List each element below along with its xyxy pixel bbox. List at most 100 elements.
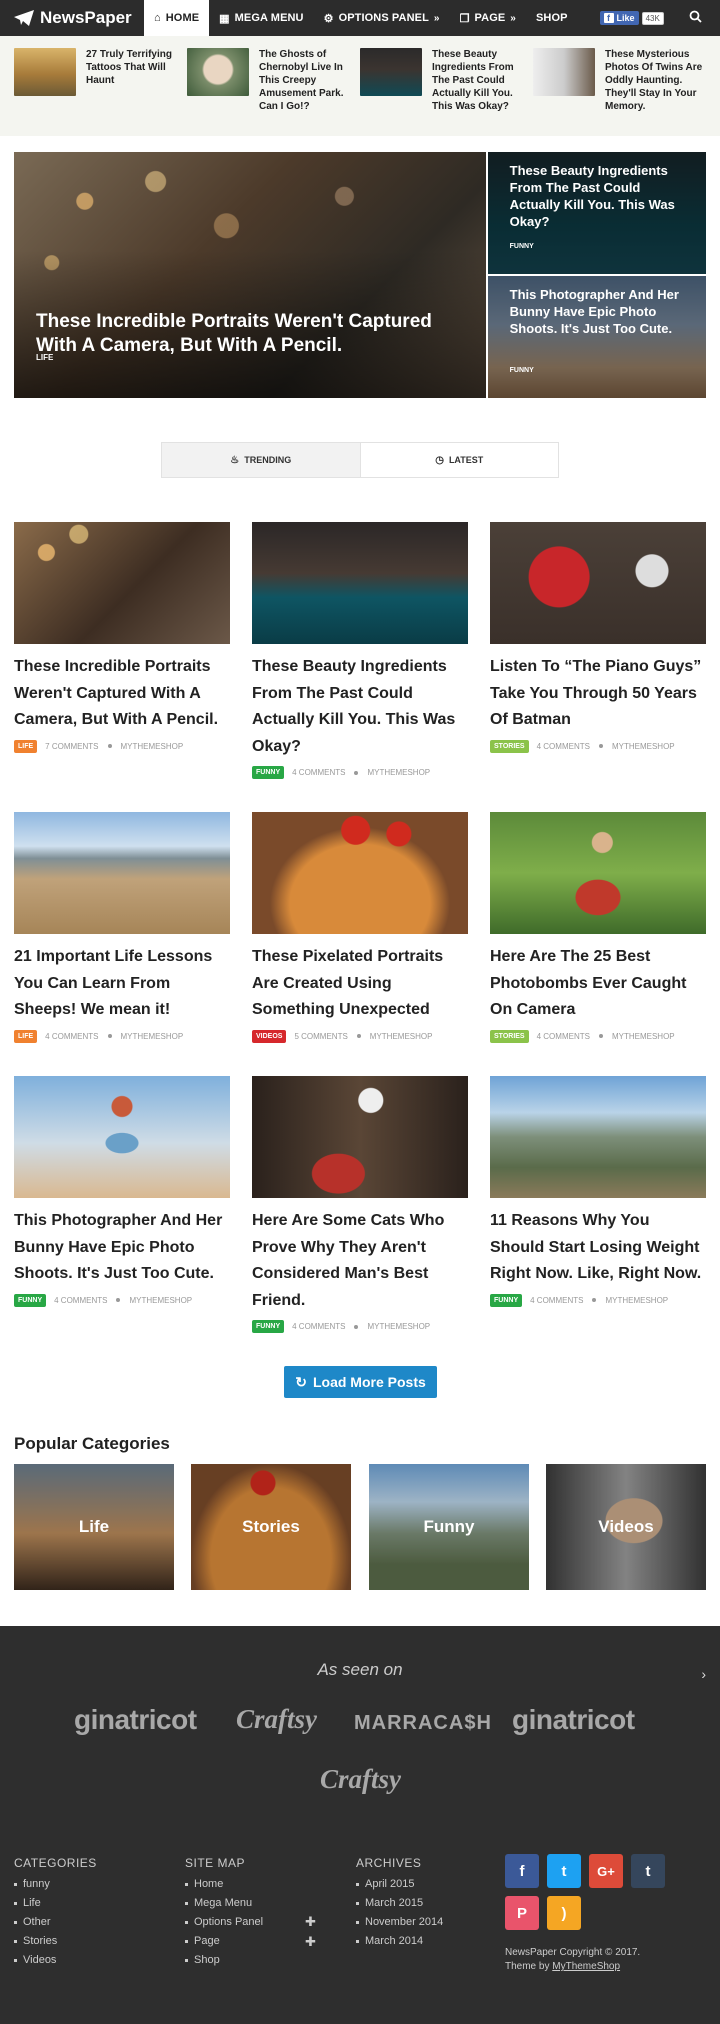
- comment-count[interactable]: 4 COMMENTS: [292, 768, 345, 777]
- post-thumbnail[interactable]: [490, 812, 706, 934]
- category-badge[interactable]: LIFE: [14, 1029, 38, 1043]
- category-badge[interactable]: VIDEOS: [252, 1029, 287, 1043]
- brand-logo[interactable]: MARRACA$H: [354, 1712, 492, 1735]
- load-more-button[interactable]: ↻ Load More Posts: [284, 1366, 437, 1398]
- footer-link[interactable]: April 2015: [356, 1878, 443, 1890]
- footer-link[interactable]: Videos: [14, 1954, 97, 1966]
- search-button[interactable]: [689, 10, 702, 28]
- comment-count[interactable]: 5 COMMENTS: [294, 1032, 347, 1041]
- expand-plus-icon[interactable]: ✚: [305, 1934, 316, 1950]
- footer-link[interactable]: Options Panel: [185, 1916, 315, 1928]
- strip-item[interactable]: These Beauty Ingredients From The Past C…: [360, 48, 533, 136]
- post-title[interactable]: 21 Important Life Lessons You Can Learn …: [14, 944, 230, 1024]
- category-badge[interactable]: FUNNY: [252, 766, 285, 779]
- footer-link[interactable]: Page: [185, 1935, 315, 1947]
- tumblr-icon[interactable]: t: [631, 1854, 665, 1888]
- tab-trending[interactable]: ♨ TRENDING: [162, 443, 361, 477]
- strip-item[interactable]: The Ghosts of Chernobyl Live In This Cre…: [187, 48, 360, 136]
- footer-link[interactable]: Other: [14, 1916, 97, 1928]
- footer-link[interactable]: Stories: [14, 1935, 97, 1947]
- theme-credit-link[interactable]: MyThemeShop: [552, 1961, 620, 1972]
- strip-title[interactable]: These Mysterious Photos Of Twins Are Odd…: [605, 48, 706, 136]
- post-title[interactable]: Here Are The 25 Best Photobombs Ever Cau…: [490, 944, 706, 1024]
- strip-thumbnail[interactable]: [533, 48, 595, 96]
- nav-mega-menu[interactable]: ▦ MEGA MENU: [209, 0, 313, 36]
- footer-link[interactable]: March 2015: [356, 1897, 443, 1909]
- category-badge[interactable]: STORIES: [490, 1029, 529, 1043]
- strip-item[interactable]: These Mysterious Photos Of Twins Are Odd…: [533, 48, 706, 136]
- comment-count[interactable]: 4 COMMENTS: [45, 1032, 98, 1041]
- post-thumbnail[interactable]: [490, 1076, 706, 1198]
- rss-icon[interactable]: ): [547, 1896, 581, 1930]
- facebook-icon[interactable]: f: [505, 1854, 539, 1888]
- category-badge[interactable]: FUNNY: [14, 1293, 47, 1307]
- strip-thumbnail[interactable]: [187, 48, 249, 96]
- footer-link[interactable]: March 2014: [356, 1935, 443, 1947]
- strip-title[interactable]: These Beauty Ingredients From The Past C…: [432, 48, 533, 136]
- google-plus-icon[interactable]: G+: [589, 1854, 623, 1888]
- nav-shop[interactable]: SHOP: [526, 0, 578, 36]
- post-author[interactable]: MYTHEMESHOP: [367, 768, 430, 777]
- brand-logo[interactable]: ginatricot: [512, 1704, 635, 1736]
- hero-main-title[interactable]: These Incredible Portraits Weren't Captu…: [36, 310, 456, 358]
- comment-count[interactable]: 4 COMMENTS: [537, 742, 590, 751]
- strip-title[interactable]: The Ghosts of Chernobyl Live In This Cre…: [259, 48, 360, 136]
- nav-home[interactable]: ⌂ HOME: [144, 0, 210, 36]
- chevron-right-icon[interactable]: ›: [701, 1666, 706, 1682]
- hero-side-title[interactable]: This Photographer And Her Bunny Have Epi…: [510, 286, 690, 337]
- category-badge[interactable]: FUNNY: [252, 1320, 285, 1333]
- brand-logo[interactable]: ginatricot: [74, 1704, 197, 1736]
- post-thumbnail[interactable]: [252, 812, 468, 934]
- post-author[interactable]: MYTHEMESHOP: [129, 1296, 192, 1305]
- comment-count[interactable]: 4 COMMENTS: [54, 1296, 107, 1305]
- post-author[interactable]: MYTHEMESHOP: [121, 1032, 184, 1041]
- category-badge[interactable]: LIFE: [14, 739, 38, 753]
- post-thumbnail[interactable]: [14, 812, 230, 934]
- facebook-like-button[interactable]: f Like: [599, 11, 639, 25]
- hero-main-post[interactable]: These Incredible Portraits Weren't Captu…: [14, 152, 486, 398]
- twitter-icon[interactable]: t: [547, 1854, 581, 1888]
- post-title[interactable]: Here Are Some Cats Who Prove Why They Ar…: [252, 1208, 468, 1314]
- hero-main-category[interactable]: LIFE: [36, 353, 53, 362]
- comment-count[interactable]: 4 COMMENTS: [537, 1032, 590, 1041]
- post-title[interactable]: This Photographer And Her Bunny Have Epi…: [14, 1208, 230, 1288]
- footer-link[interactable]: funny: [14, 1878, 97, 1890]
- post-title[interactable]: Listen To “The Piano Guys” Take You Thro…: [490, 654, 706, 734]
- post-author[interactable]: MYTHEMESHOP: [612, 742, 675, 751]
- nav-options-panel[interactable]: ⚙ OPTIONS PANEL»: [314, 0, 450, 36]
- brand-logo[interactable]: Craftsy: [236, 1704, 317, 1735]
- comment-count[interactable]: 4 COMMENTS: [530, 1296, 583, 1305]
- hero-side-category[interactable]: FUNNY: [510, 367, 534, 374]
- footer-link[interactable]: Home: [185, 1878, 315, 1890]
- post-author[interactable]: MYTHEMESHOP: [121, 742, 184, 751]
- post-author[interactable]: MYTHEMESHOP: [370, 1032, 433, 1041]
- post-thumbnail[interactable]: [14, 522, 230, 644]
- pinterest-icon[interactable]: P: [505, 1896, 539, 1930]
- post-title[interactable]: These Beauty Ingredients From The Past C…: [252, 654, 468, 760]
- category-tile-life[interactable]: Life: [14, 1464, 174, 1590]
- post-thumbnail[interactable]: [14, 1076, 230, 1198]
- hero-side-title[interactable]: These Beauty Ingredients From The Past C…: [510, 162, 690, 230]
- post-thumbnail[interactable]: [252, 522, 468, 644]
- site-logo[interactable]: NewsPaper: [0, 0, 144, 36]
- post-thumbnail[interactable]: [252, 1076, 468, 1198]
- category-tile-funny[interactable]: Funny: [369, 1464, 529, 1590]
- strip-thumbnail[interactable]: [14, 48, 76, 96]
- category-tile-videos[interactable]: Videos: [546, 1464, 706, 1590]
- footer-link[interactable]: Mega Menu: [185, 1897, 315, 1909]
- category-tile-stories[interactable]: Stories: [191, 1464, 351, 1590]
- post-title[interactable]: These Pixelated Portraits Are Created Us…: [252, 944, 468, 1024]
- expand-plus-icon[interactable]: ✚: [305, 1914, 316, 1930]
- hero-side-post[interactable]: These Beauty Ingredients From The Past C…: [487, 152, 706, 274]
- footer-link[interactable]: November 2014: [356, 1916, 443, 1928]
- strip-title[interactable]: 27 Truly Terrifying Tattoos That Will Ha…: [86, 48, 187, 136]
- comment-count[interactable]: 7 COMMENTS: [45, 742, 98, 751]
- post-author[interactable]: MYTHEMESHOP: [367, 1322, 430, 1331]
- hero-side-category[interactable]: FUNNY: [510, 243, 534, 250]
- strip-thumbnail[interactable]: [360, 48, 422, 96]
- post-author[interactable]: MYTHEMESHOP: [605, 1296, 668, 1305]
- category-badge[interactable]: STORIES: [490, 739, 529, 753]
- post-thumbnail[interactable]: [490, 522, 706, 644]
- post-author[interactable]: MYTHEMESHOP: [612, 1032, 675, 1041]
- hero-side-post[interactable]: This Photographer And Her Bunny Have Epi…: [487, 276, 706, 398]
